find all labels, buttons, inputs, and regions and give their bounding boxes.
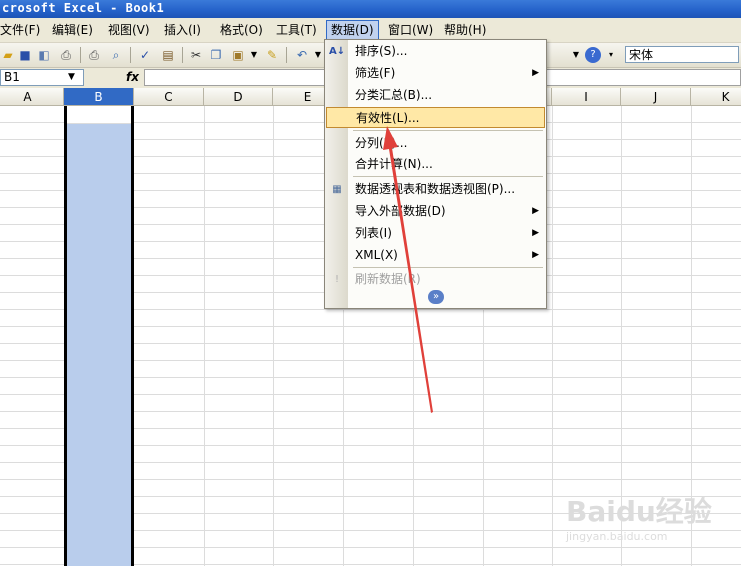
watermark-url: jingyan.baidu.com	[566, 530, 668, 543]
annotation-arrow	[383, 126, 433, 413]
watermark-logo: Baidu经验	[566, 495, 712, 528]
annotation-arrow-shape	[383, 126, 433, 413]
baidu-watermark: Baidu经验 jingyan.baidu.com	[566, 490, 712, 543]
